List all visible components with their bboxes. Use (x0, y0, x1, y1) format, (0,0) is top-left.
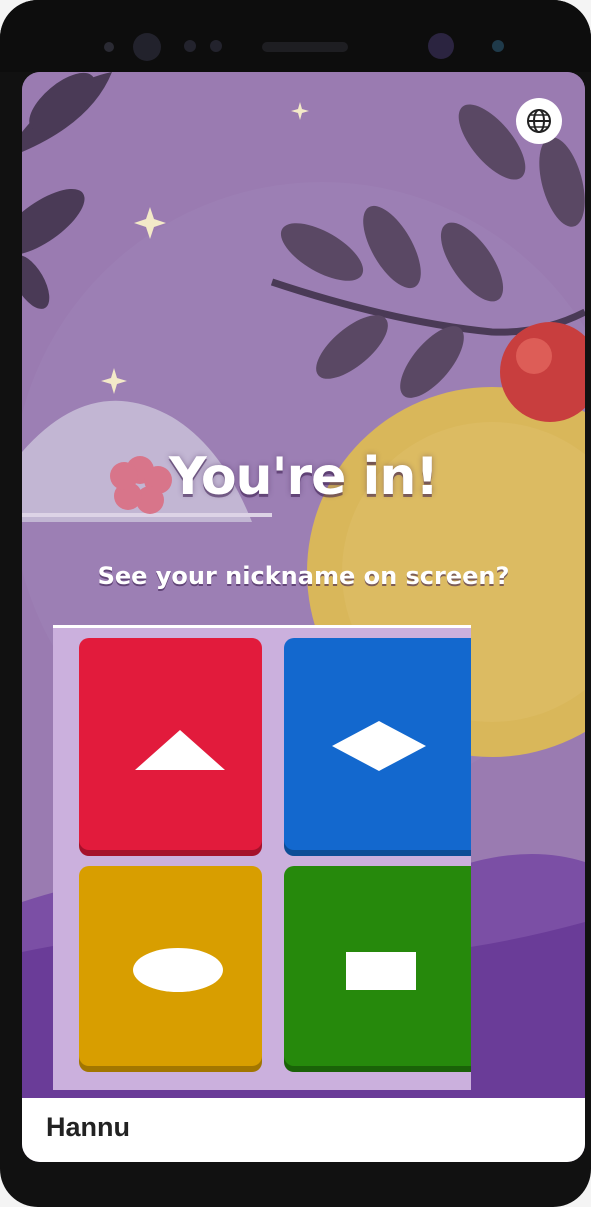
globe-icon (527, 109, 551, 133)
youre-in-title: You're in! (168, 447, 439, 507)
earpiece-speaker (262, 42, 348, 52)
phone-top-bezel (0, 0, 591, 72)
answer-triangle-button[interactable] (79, 638, 262, 850)
player-nickname: Hannu (46, 1112, 130, 1142)
circle-icon (133, 948, 223, 992)
square-icon (346, 952, 416, 990)
language-button[interactable] (516, 98, 562, 144)
diamond-icon (332, 721, 426, 771)
phone-frame: You're in! See your nickname on screen? (0, 0, 591, 1207)
sensor-dot (210, 40, 222, 52)
answer-square-button[interactable] (284, 866, 471, 1066)
triangle-icon (135, 730, 225, 770)
nickname-prompt: See your nickname on screen? (97, 562, 510, 590)
front-camera (133, 33, 161, 61)
sensor-dot (184, 40, 196, 52)
proximity-sensor (104, 42, 114, 52)
answer-diamond-button[interactable] (284, 638, 471, 850)
sensor-dot (492, 40, 504, 52)
app-screen: You're in! See your nickname on screen? (22, 72, 585, 1162)
answer-grid (53, 625, 471, 1090)
player-footer: Hannu (22, 1098, 585, 1162)
answer-circle-button[interactable] (79, 866, 262, 1066)
secondary-camera (428, 33, 454, 59)
